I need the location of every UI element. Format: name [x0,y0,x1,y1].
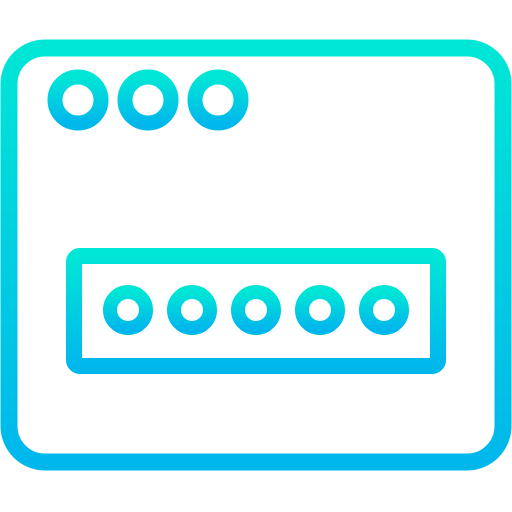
password-mask-dot [359,285,409,335]
password-mask-dot [231,285,281,335]
password-mask-dot [295,285,345,335]
window-control-circle [187,69,249,131]
password-mask-dot [167,285,217,335]
window-control-circle [117,69,179,131]
password-mask-dot [103,285,153,335]
window-controls [47,69,249,131]
password-mask-dots [103,285,409,335]
password-field-box [66,248,446,374]
password-browser-window-icon [0,39,512,471]
window-control-circle [47,69,109,131]
icon-stage [0,0,512,512]
